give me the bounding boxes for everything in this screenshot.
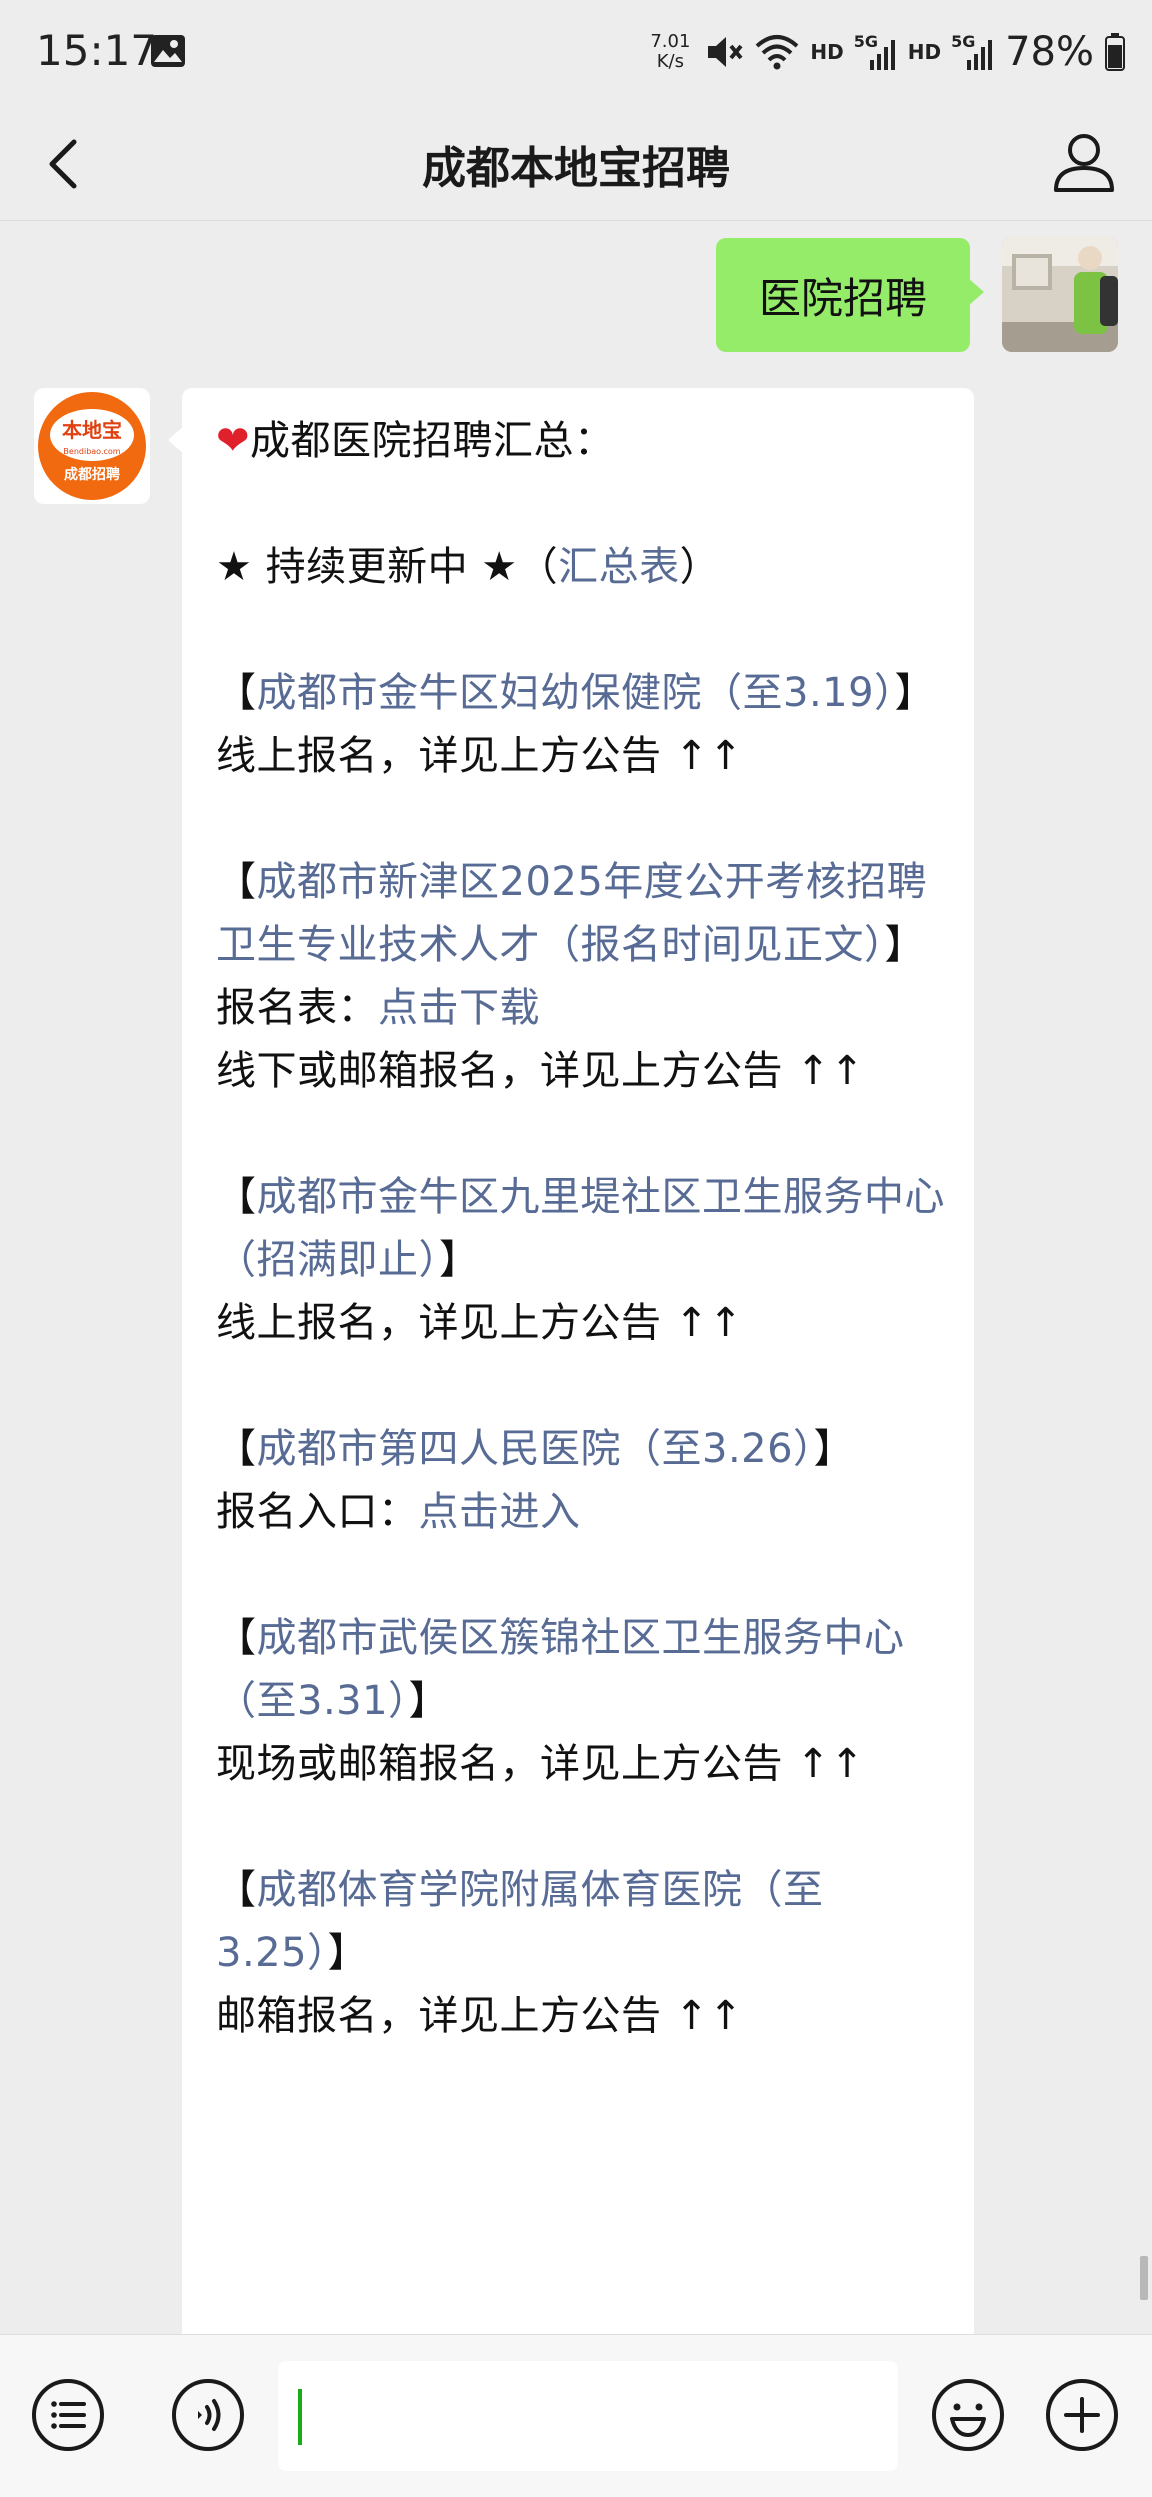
chat-header: 成都本地宝招聘 <box>0 108 1152 221</box>
chat-title: 成都本地宝招聘 <box>422 143 730 194</box>
job-item-note: 线下或邮箱报名，详见上方公告 ↑↑ <box>216 1048 865 1094</box>
job-item-note: 邮箱报名，详见上方公告 ↑↑ <box>216 1993 743 2039</box>
download-form-link[interactable]: 点击下载 <box>378 985 540 1031</box>
job-item-note: 线上报名，详见上方公告 ↑↑ <box>216 1300 743 1346</box>
status-bar: 15:17 7.01 K/s HD 5G HD 5G 78% <box>0 0 1152 108</box>
mute-vibrate-icon <box>708 37 743 67</box>
job-item-note: 现场或邮箱报名，详见上方公告 ↑↑ <box>216 1741 865 1787</box>
job-item-title: 【成都市武侯区簇锦社区卫生服务中心（至3.31）】 <box>216 1615 905 1724</box>
job-link-jiulidi-center[interactable]: 成都市金牛区九里堤社区卫生服务中心（招满即止） <box>216 1174 945 1283</box>
job-item-note: 报名表：点击下载 <box>216 985 540 1031</box>
battery-icon <box>1105 33 1125 71</box>
list-menu-icon[interactable] <box>30 2377 106 2453</box>
message-input[interactable] <box>278 2361 898 2471</box>
user-avatar[interactable] <box>1002 236 1118 352</box>
svg-text:本地宝: 本地宝 <box>62 418 122 442</box>
profile-icon[interactable] <box>1046 124 1122 200</box>
job-item-title: 【成都市第四人民医院（至3.26）】 <box>216 1426 855 1472</box>
heart-icon: ❤ <box>216 418 251 464</box>
job-link-fourth-hospital[interactable]: 成都市第四人民医院（至3.26） <box>257 1426 814 1472</box>
enter-portal-link[interactable]: 点击进入 <box>419 1489 581 1535</box>
sent-message-bubble[interactable]: 医院招聘 <box>716 238 984 352</box>
user-avatar-photo <box>1002 236 1118 352</box>
status-time: 15:17 <box>36 26 158 75</box>
battery-percent: 78% <box>1005 29 1094 75</box>
sent-message-text: 医院招聘 <box>758 273 927 323</box>
voice-icon[interactable] <box>170 2377 246 2453</box>
hd-label-1: HD <box>810 40 844 64</box>
job-item-title: 【成都市新津区2025年度公开考核招聘卫生专业技术人才（报名时间见正文）】 <box>216 859 928 968</box>
network-speed: 7.01 K/s <box>650 31 691 72</box>
gallery-icon <box>151 35 185 67</box>
scrollbar-thumb[interactable] <box>1140 2256 1148 2300</box>
bendibao-logo-icon: 本地宝 Bendibao.com 成都招聘 <box>38 392 146 500</box>
job-link-xinjin-health[interactable]: 成都市新津区2025年度公开考核招聘卫生专业技术人才（报名时间见正文） <box>216 859 927 968</box>
bot-avatar[interactable]: 本地宝 Bendibao.com 成都招聘 <box>34 388 150 504</box>
job-item-title: 【成都市金牛区九里堤社区卫生服务中心（招满即止）】 <box>216 1174 945 1283</box>
job-item-note: 报名入口：点击进入 <box>216 1489 581 1535</box>
signal-icon-2: 5G <box>951 32 995 72</box>
message-content: ❤成都医院招聘汇总： ★ 持续更新中 ★（汇总表） 【成都市金牛区妇幼保健院（至… <box>216 410 956 2048</box>
emoji-icon[interactable] <box>930 2377 1006 2453</box>
signal-icon-1: 5G <box>854 32 898 72</box>
job-item-title: 【成都市金牛区妇幼保健院（至3.19）】 <box>216 670 936 716</box>
input-bar <box>0 2334 1152 2497</box>
job-item-note: 线上报名，详见上方公告 ↑↑ <box>216 733 743 779</box>
job-item-title: 【成都体育学院附属体育医院（至3.25）】 <box>216 1867 824 1976</box>
text-caret <box>298 2389 302 2445</box>
update-line: ★ 持续更新中 ★（汇总表） <box>216 544 721 590</box>
status-indicators: 7.01 K/s HD 5G HD 5G 78% <box>650 22 1126 82</box>
message-heading: ❤成都医院招聘汇总： <box>216 418 615 464</box>
svg-text:成都招聘: 成都招聘 <box>64 466 120 483</box>
summary-table-link[interactable]: 汇总表 <box>558 544 680 590</box>
wifi-icon <box>756 35 799 70</box>
svg-text:Bendibao.com: Bendibao.com <box>63 447 120 456</box>
received-message-bubble[interactable]: ❤成都医院招聘汇总： ★ 持续更新中 ★（汇总表） 【成都市金牛区妇幼保健院（至… <box>168 388 974 2398</box>
hd-label-2: HD <box>907 40 942 64</box>
job-link-sports-hospital[interactable]: 成都体育学院附属体育医院（至3.25） <box>216 1867 824 1976</box>
job-link-cujin-center[interactable]: 成都市武侯区簇锦社区卫生服务中心（至3.31） <box>216 1615 905 1724</box>
plus-icon[interactable] <box>1044 2377 1120 2453</box>
job-link-jinniu-maternal[interactable]: 成都市金牛区妇幼保健院（至3.19） <box>257 670 895 716</box>
